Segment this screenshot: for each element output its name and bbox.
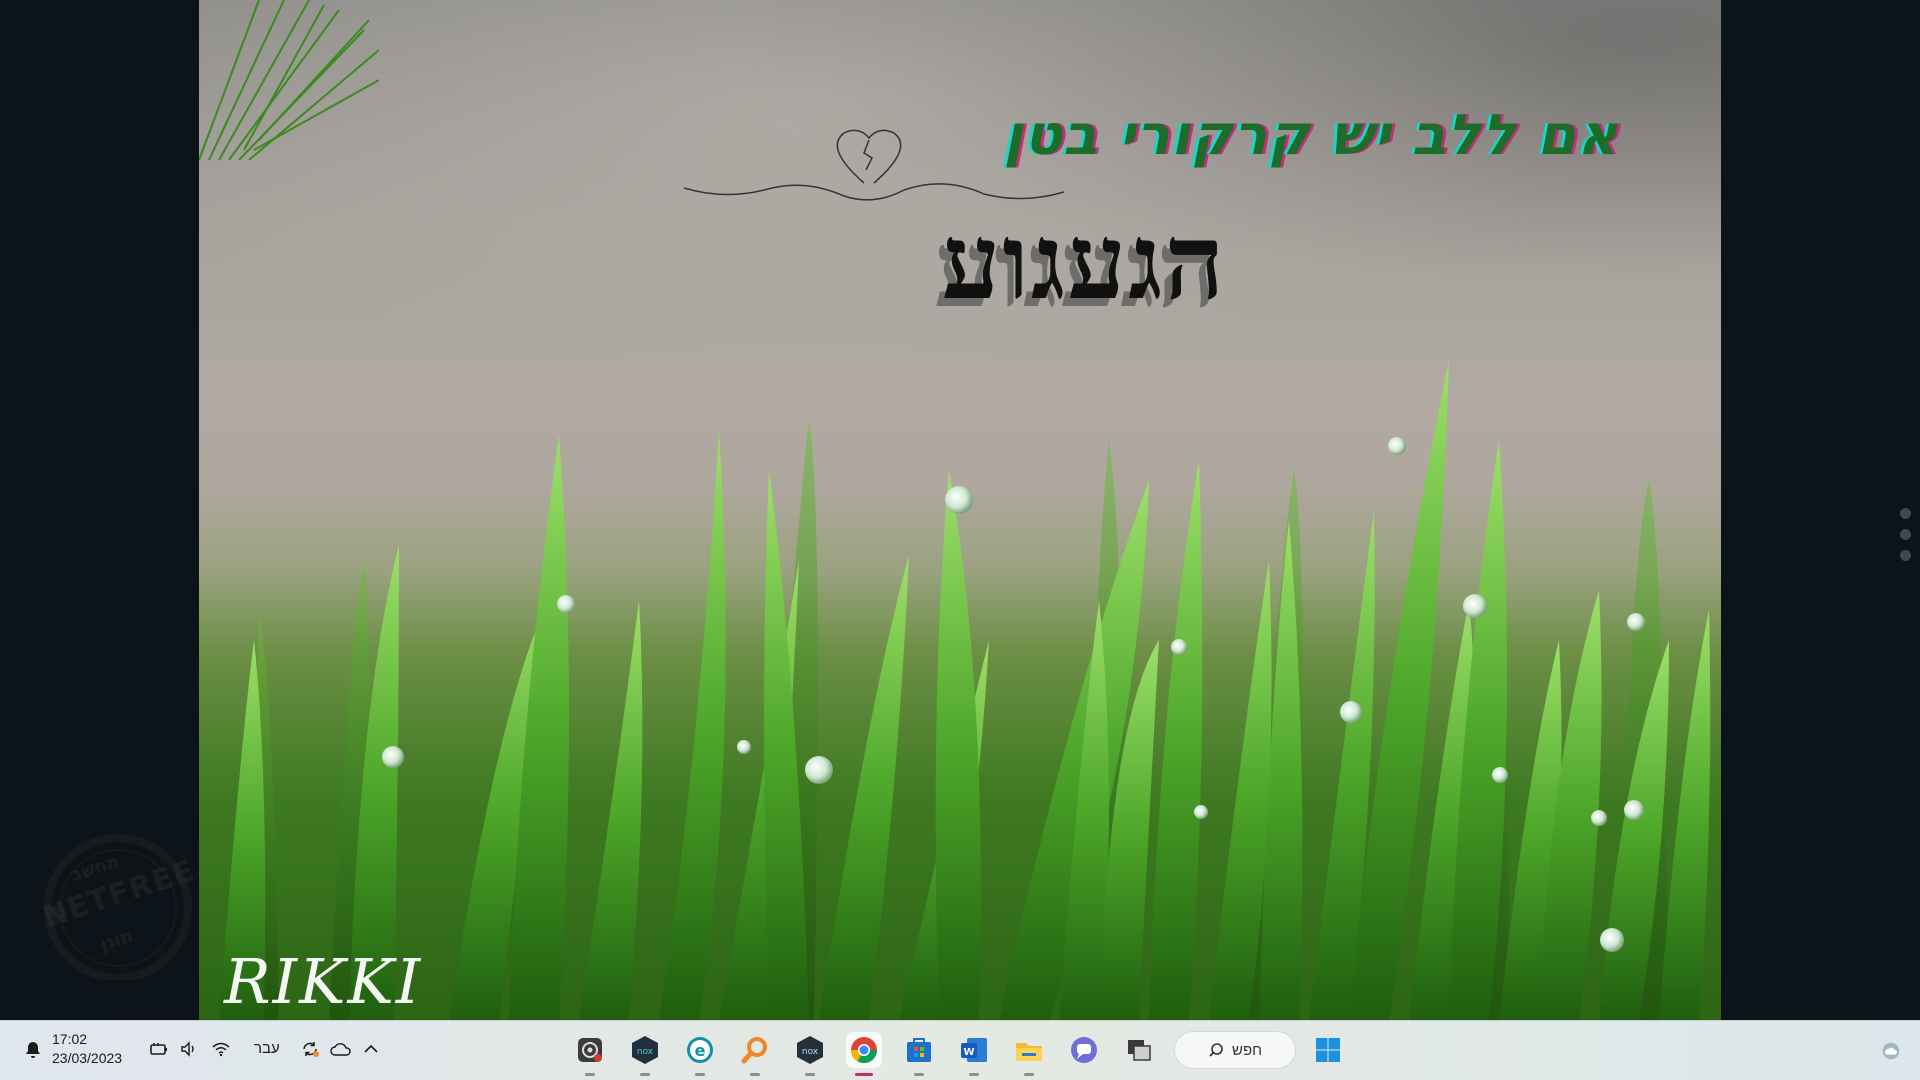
broken-heart-icon <box>684 129 1064 201</box>
nox-player-icon[interactable]: nox <box>792 1032 828 1076</box>
taskbar-search[interactable]: חפש <box>1174 1031 1296 1069</box>
clock-date: 23/03/2023 <box>52 1050 123 1066</box>
language-indicator[interactable]: עבר <box>254 1040 280 1057</box>
system-clock[interactable]: 17:02 23/03/2023 <box>52 1030 122 1068</box>
pager-dot[interactable] <box>1900 529 1911 540</box>
store-icon[interactable] <box>901 1032 937 1076</box>
clock-time: 17:02 <box>52 1031 88 1047</box>
start-windows-icon[interactable] <box>1310 1032 1346 1068</box>
widgets-weather-icon[interactable] <box>1880 1040 1902 1062</box>
obs-icon[interactable] <box>572 1032 608 1076</box>
file-explorer-icon[interactable] <box>1011 1032 1047 1076</box>
onedrive-cloud-icon[interactable] <box>330 1038 352 1060</box>
svg-text:nox: nox <box>637 1047 654 1057</box>
wifi-icon[interactable] <box>210 1038 232 1060</box>
teams-chat-icon[interactable] <box>1066 1032 1102 1068</box>
notification-bell-icon[interactable] <box>22 1039 44 1061</box>
search-icon <box>1209 1043 1223 1057</box>
pager-dots[interactable] <box>1900 508 1914 571</box>
word-icon[interactable]: W <box>956 1032 992 1076</box>
slide-title: הגעגוע <box>941 200 1227 323</box>
volume-icon[interactable] <box>178 1038 200 1060</box>
desktop: אם ללב יש קרקורי בטן הגעגוע RIKKI מחשב N… <box>0 0 1920 1080</box>
search-tool-icon[interactable] <box>737 1032 773 1076</box>
search-label: חפש <box>1232 1041 1262 1059</box>
sync-icon[interactable] <box>299 1038 321 1060</box>
sun-rays-decoration <box>199 0 379 160</box>
task-view-icon[interactable] <box>1121 1032 1157 1068</box>
svg-text:e: e <box>695 1041 706 1060</box>
nox-icon[interactable]: nox <box>627 1032 663 1076</box>
signature: RIKKI <box>224 945 423 1018</box>
wallpaper-slide: אם ללב יש קרקורי בטן הגעגוע RIKKI <box>199 0 1721 1020</box>
edge-e-icon[interactable]: e <box>682 1032 718 1076</box>
pager-dot[interactable] <box>1900 550 1911 561</box>
chevron-up-icon[interactable] <box>360 1038 382 1060</box>
svg-text:W: W <box>963 1047 974 1058</box>
chrome-icon[interactable] <box>846 1032 882 1076</box>
pager-dot[interactable] <box>1900 508 1911 519</box>
battery-plug-icon[interactable] <box>148 1038 170 1060</box>
svg-text:nox: nox <box>802 1047 819 1057</box>
